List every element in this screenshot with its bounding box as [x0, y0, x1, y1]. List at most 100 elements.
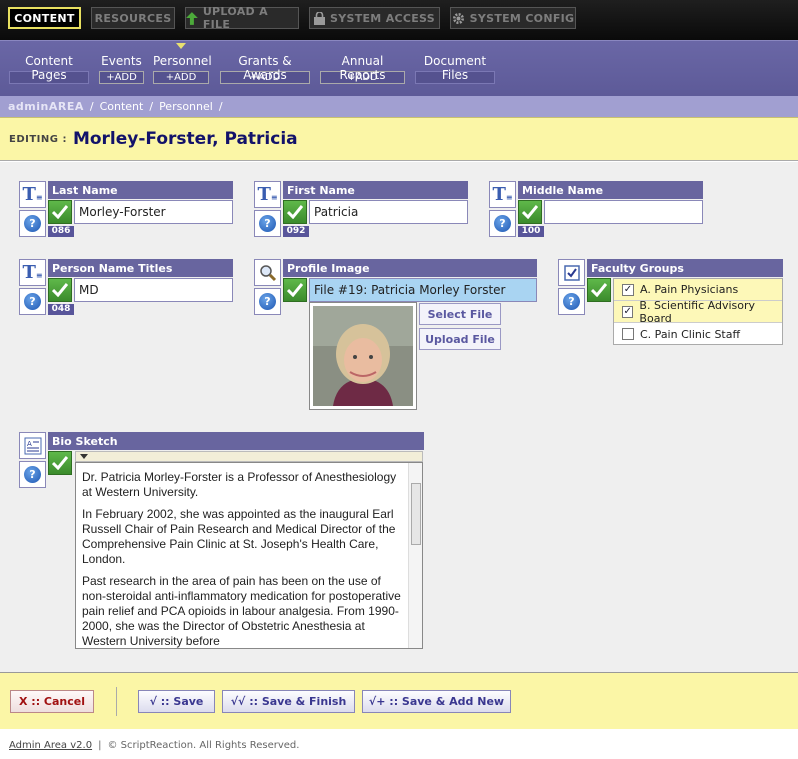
faculty-group-option[interactable]: ✓ B. Scientific Advisory Board: [614, 298, 782, 325]
breadcrumb-separator: /: [89, 100, 94, 113]
valid-check-icon: [48, 200, 72, 224]
cancel-button[interactable]: X :: Cancel: [10, 690, 94, 713]
lock-icon: [313, 11, 325, 25]
checkbox-unchecked[interactable]: [622, 328, 634, 340]
scrollbar-thumb[interactable]: [411, 483, 421, 545]
subnav-add-disabled: - - -: [415, 71, 495, 84]
bio-paragraph: In February 2002, she was appointed as t…: [82, 507, 396, 566]
valid-check-icon: [283, 200, 307, 224]
divider: [116, 687, 117, 716]
active-section-indicator: [176, 43, 186, 49]
char-counter: 086: [48, 226, 74, 237]
faculty-groups-label: Faculty Groups: [587, 259, 783, 277]
tab-upload-label: UPLOAD A FILE: [202, 5, 268, 31]
char-counter: 100: [518, 226, 544, 237]
admin-version-link[interactable]: Admin Area v2.0: [9, 740, 92, 751]
faculty-groups-list: ✓ A. Pain Physicians ✓ B. Scientific Advis…: [613, 278, 783, 345]
tab-resources-label: RESOURCES: [94, 11, 172, 25]
profile-image-file[interactable]: File #19: Patricia Morley Forster: [309, 278, 537, 302]
tab-upload[interactable]: UPLOAD A FILE: [185, 5, 299, 31]
section-navigation: Content Pages- - - Events+ADD Personnel+…: [0, 40, 798, 96]
help-icon[interactable]: ?: [19, 461, 46, 488]
bio-paragraph: Dr. Patricia Morley-Forster is a Profess…: [82, 470, 397, 499]
text-area-icon: A: [19, 432, 46, 459]
save-finish-button[interactable]: √√ :: Save & Finish: [222, 690, 355, 713]
breadcrumb: adminAREA / Content / Personnel /: [0, 96, 798, 117]
titles-input[interactable]: MD: [74, 278, 233, 302]
subnav-events[interactable]: Events +ADD: [99, 54, 144, 84]
add-report-button[interactable]: +ADD: [320, 71, 405, 84]
subnav-personnel[interactable]: Personnel +ADD: [153, 54, 212, 84]
option-label: C. Pain Clinic Staff: [640, 327, 741, 341]
text-field-icon: T≡: [19, 181, 46, 208]
tab-resources[interactable]: RESOURCES: [91, 7, 175, 29]
editing-prefix: EDITING :: [9, 133, 67, 145]
image-search-icon: [254, 259, 281, 286]
text-field-icon: T≡: [254, 181, 281, 208]
tab-system-config[interactable]: SYSTEM CONFIG: [450, 7, 576, 29]
last-name-input[interactable]: Morley-Forster: [74, 200, 233, 224]
subnav-content-pages[interactable]: Content Pages- - -: [9, 54, 89, 84]
subnav-add-disabled: - - -: [9, 71, 89, 84]
first-name-input[interactable]: Patricia: [309, 200, 468, 224]
svg-text:A: A: [27, 440, 32, 448]
subnav-label: Annual Reports: [339, 54, 385, 82]
subnav-label: Events: [101, 54, 142, 68]
subnav-label: Content Pages: [25, 54, 73, 82]
page-title-bar: EDITING : Morley-Forster, Patricia: [0, 117, 798, 161]
checkbox-checked[interactable]: ✓: [622, 283, 634, 296]
profile-image-label: Profile Image: [283, 259, 537, 277]
valid-check-icon: [518, 200, 542, 224]
help-icon[interactable]: ?: [254, 210, 281, 237]
checkbox-list-icon: [558, 259, 585, 286]
chevron-down-icon: [80, 454, 88, 459]
add-event-button[interactable]: +ADD: [99, 71, 144, 84]
tab-system-access[interactable]: SYSTEM ACCESS: [309, 7, 440, 29]
help-icon[interactable]: ?: [558, 288, 585, 315]
save-add-new-button[interactable]: √+ :: Save & Add New: [362, 690, 511, 713]
help-icon[interactable]: ?: [19, 288, 46, 315]
add-grant-button[interactable]: +ADD: [220, 71, 310, 84]
help-icon[interactable]: ?: [254, 288, 281, 315]
breadcrumb-admin[interactable]: adminAREA: [8, 100, 84, 113]
editor-toolbar-toggle[interactable]: [75, 451, 423, 462]
option-label: B. Scientific Advisory Board: [639, 298, 756, 325]
text-field-icon: T≡: [489, 181, 516, 208]
top-navigation: CONTENT RESOURCES UPLOAD A FILE SYSTEM A…: [0, 0, 798, 40]
scrollbar[interactable]: [408, 463, 422, 648]
subnav-annual-reports[interactable]: Annual Reports+ADD: [320, 54, 405, 84]
help-icon[interactable]: ?: [489, 210, 516, 237]
upload-arrow-icon: [186, 11, 198, 25]
valid-check-icon: [48, 451, 72, 475]
select-file-button[interactable]: Select File: [419, 303, 501, 325]
breadcrumb-content[interactable]: Content: [100, 100, 144, 113]
middle-name-input[interactable]: [544, 200, 703, 224]
titles-label: Person Name Titles: [48, 259, 233, 277]
save-button[interactable]: √ :: Save: [138, 690, 215, 713]
help-icon[interactable]: ?: [19, 210, 46, 237]
valid-check-icon: [48, 278, 72, 302]
bio-sketch-label: Bio Sketch: [48, 432, 424, 450]
footer-separator: |: [98, 740, 102, 751]
breadcrumb-personnel[interactable]: Personnel: [159, 100, 213, 113]
bio-sketch-textarea[interactable]: Dr. Patricia Morley-Forster is a Profess…: [75, 462, 423, 649]
char-counter: 048: [48, 304, 74, 315]
action-bar: X :: Cancel √ :: Save √√ :: Save & Finis…: [0, 672, 798, 729]
upload-file-button[interactable]: Upload File: [419, 328, 501, 350]
subnav-label: Grants & Awards: [238, 54, 292, 82]
tab-content[interactable]: CONTENT: [8, 7, 81, 29]
tab-system-config-label: SYSTEM CONFIG: [469, 11, 575, 25]
faculty-group-option[interactable]: C. Pain Clinic Staff: [614, 323, 782, 345]
add-personnel-button[interactable]: +ADD: [153, 71, 209, 84]
valid-check-icon: [587, 278, 611, 302]
last-name-label: Last Name: [48, 181, 233, 199]
subnav-label: Document Files: [423, 54, 487, 82]
tab-system-access-label: SYSTEM ACCESS: [329, 11, 436, 25]
checkbox-checked[interactable]: ✓: [622, 305, 634, 318]
profile-photo: [309, 302, 417, 410]
subnav-label: Personnel: [153, 54, 212, 68]
middle-name-label: Middle Name: [518, 181, 703, 199]
page-title: Morley-Forster, Patricia: [72, 129, 298, 149]
subnav-document-files[interactable]: Document Files- - -: [415, 54, 495, 84]
subnav-grants-awards[interactable]: Grants & Awards+ADD: [220, 54, 310, 84]
